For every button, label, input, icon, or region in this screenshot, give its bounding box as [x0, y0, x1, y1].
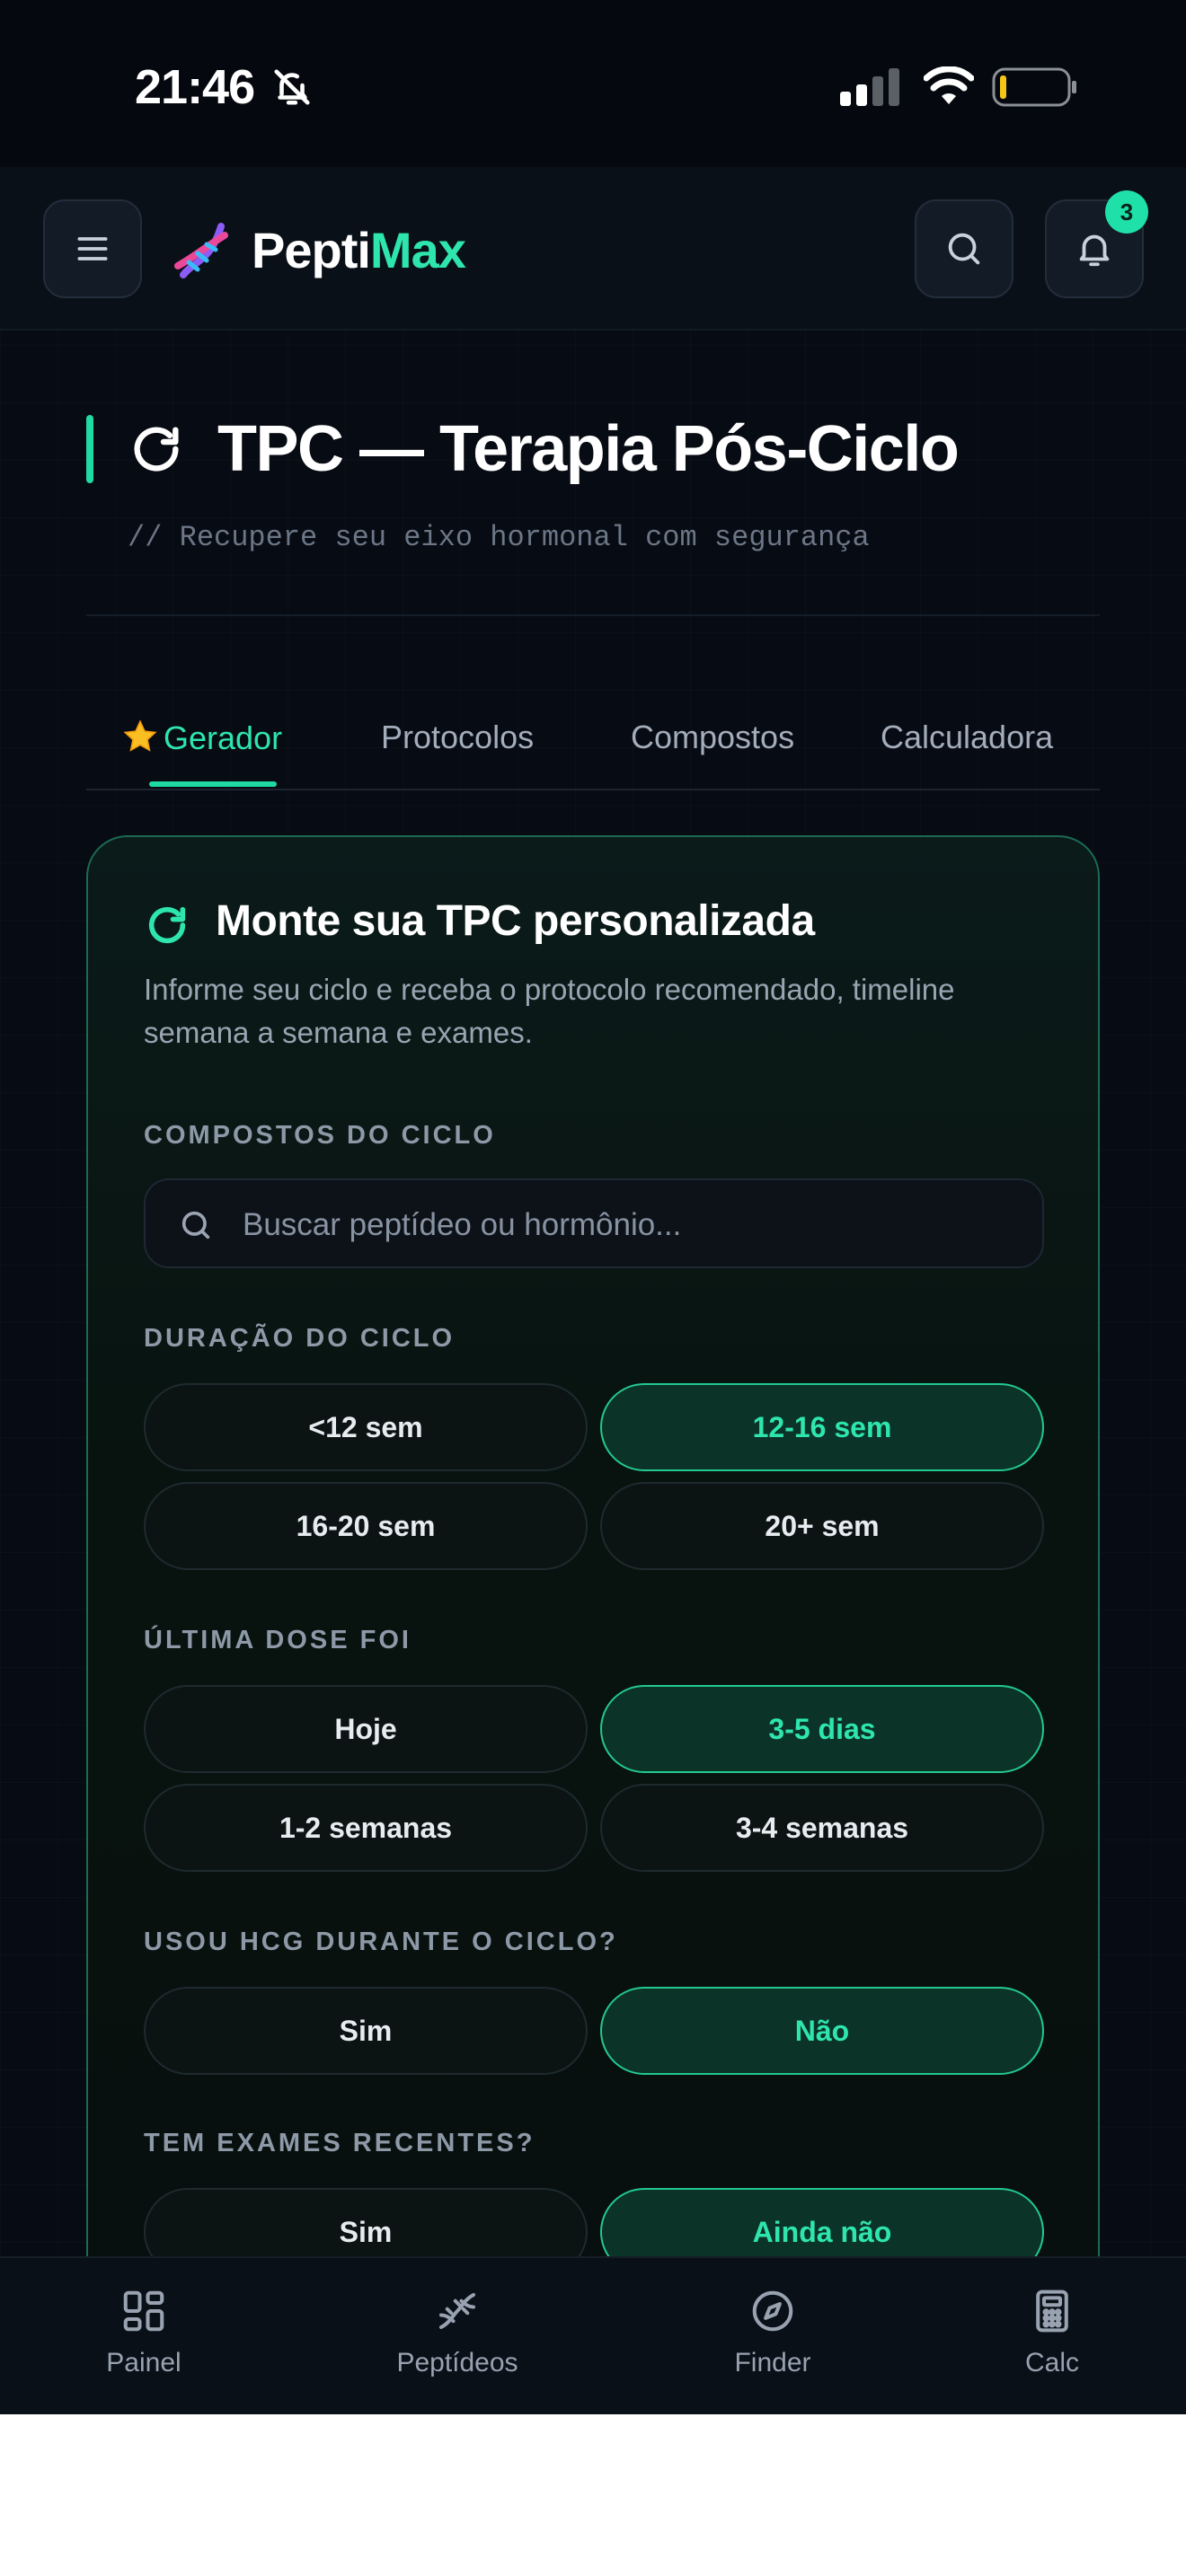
- duration-option-20plus[interactable]: 20+ sem: [600, 1482, 1044, 1570]
- hamburger-icon: [77, 237, 108, 260]
- brand-name-part2: Max: [369, 222, 466, 278]
- tab-bar: Gerador Protocolos Compostos Calculadora: [86, 710, 1100, 790]
- dna-logo-icon: [174, 223, 228, 278]
- title-accent-bar: [86, 415, 93, 483]
- nav-peptideos[interactable]: Peptídeos: [367, 2287, 547, 2378]
- compass-icon: [752, 2290, 793, 2332]
- status-bar: 21:46: [0, 0, 1186, 171]
- duration-option-lt12[interactable]: <12 sem: [144, 1383, 588, 1471]
- status-time: 21:46: [135, 60, 255, 114]
- nav-calc[interactable]: Calc: [962, 2287, 1142, 2378]
- brand-name-part1: Pepti: [252, 222, 371, 278]
- tab-compostos[interactable]: Compostos: [631, 719, 794, 756]
- app-header: PeptiMax: [0, 167, 1186, 331]
- bell-icon: [1079, 234, 1110, 267]
- nav-finder[interactable]: Finder: [683, 2287, 863, 2378]
- page-subtitle: // Recupere seu eixo hormonal com segura…: [128, 521, 870, 554]
- wifi-icon: [924, 66, 974, 104]
- grid-icon: [123, 2290, 164, 2332]
- tab-gerador-label: Gerador: [164, 719, 283, 756]
- star-icon: [123, 719, 157, 752]
- search-button[interactable]: [915, 199, 1013, 298]
- battery-low-icon: [992, 67, 1076, 107]
- brand-logo[interactable]: PeptiMax: [252, 219, 466, 282]
- last-dose-option-3-4-semanas[interactable]: 3-4 semanas: [600, 1784, 1044, 1872]
- notification-badge: 3: [1105, 190, 1148, 234]
- last-dose-option-1-2-semanas[interactable]: 1-2 semanas: [144, 1784, 588, 1872]
- bell-off-icon: [274, 69, 310, 105]
- calculator-icon: [1036, 2289, 1068, 2333]
- last-dose-option-hoje[interactable]: Hoje: [144, 1685, 588, 1773]
- bottom-navigation: Painel Peptídeos Finder Calc: [0, 2256, 1186, 2414]
- compounds-search-box[interactable]: [144, 1178, 1044, 1268]
- nav-peptideos-label: Peptídeos: [396, 2348, 518, 2378]
- hcg-option-nao[interactable]: Não: [600, 1987, 1044, 2075]
- dna-icon: [438, 2292, 476, 2330]
- duration-option-16-20[interactable]: 16-20 sem: [144, 1482, 588, 1570]
- menu-button[interactable]: [43, 199, 142, 298]
- hcg-label: USOU HCG DURANTE O CICLO?: [144, 1928, 618, 1956]
- exams-label: TEM EXAMES RECENTES?: [144, 2129, 535, 2157]
- active-tab-indicator: [149, 781, 277, 787]
- nav-finder-label: Finder: [734, 2348, 811, 2378]
- tab-gerador[interactable]: Gerador: [122, 719, 282, 757]
- hcg-option-sim[interactable]: Sim: [144, 1987, 588, 2075]
- tab-calculadora[interactable]: Calculadora: [881, 719, 1053, 756]
- card-title: Monte sua TPC personalizada: [216, 897, 815, 945]
- heading-divider: [86, 614, 1100, 616]
- compounds-label: COMPOSTOS DO CICLO: [144, 1121, 496, 1150]
- nav-painel-label: Painel: [106, 2348, 181, 2378]
- app-screen: 21:46 PeptiMax 3 TPC — Terapia Pós-Ciclo…: [0, 0, 1186, 2414]
- last-dose-option-3-5-dias[interactable]: 3-5 dias: [600, 1685, 1044, 1773]
- duration-label: DURAÇÃO DO CICLO: [144, 1324, 456, 1353]
- tpc-generator-card: Monte sua TPC personalizada Informe seu …: [86, 835, 1100, 2414]
- refresh-icon: [134, 427, 179, 472]
- compounds-search-input[interactable]: [243, 1200, 1015, 1250]
- refresh-accent-icon: [148, 906, 186, 944]
- tab-protocolos[interactable]: Protocolos: [381, 719, 534, 756]
- last-dose-label: ÚLTIMA DOSE FOI: [144, 1626, 412, 1654]
- search-icon: [181, 1211, 210, 1239]
- nav-painel[interactable]: Painel: [54, 2287, 234, 2378]
- cellular-signal-icon: [840, 68, 899, 106]
- card-description: Informe seu ciclo e receba o protocolo r…: [144, 973, 955, 1049]
- duration-option-12-16[interactable]: 12-16 sem: [600, 1383, 1044, 1471]
- search-icon: [948, 233, 980, 265]
- nav-calc-label: Calc: [1024, 2348, 1079, 2378]
- page-title: TPC — Terapia Pós-Ciclo: [217, 413, 960, 485]
